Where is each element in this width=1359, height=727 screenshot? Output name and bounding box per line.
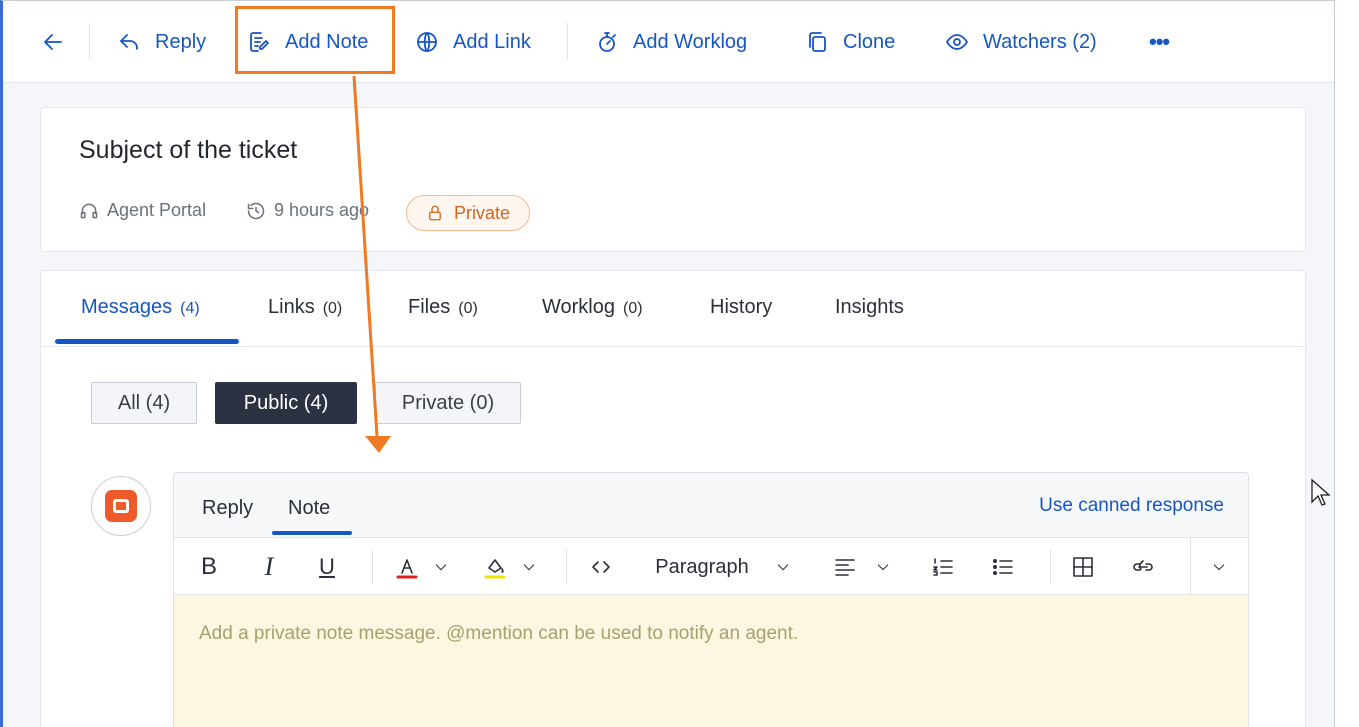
toolbar-divider	[566, 550, 567, 584]
numbered-list-icon[interactable]	[928, 552, 958, 582]
ticket-view: Reply Add Note Add Link Add Worklog Clon…	[0, 0, 1335, 727]
watchers-button-label: Watchers (2)	[983, 30, 1097, 53]
chevron-down-icon[interactable]	[430, 552, 452, 582]
ticket-summary-card: Subject of the ticket Agent Portal 9 hou…	[40, 107, 1306, 252]
add-note-highlight-box	[235, 6, 395, 74]
back-button[interactable]	[41, 25, 65, 59]
editor-tab-note[interactable]: Note	[288, 497, 330, 520]
ticket-time-label: 9 hours ago	[274, 200, 370, 220]
table-icon[interactable]	[1068, 552, 1098, 582]
toolbar-divider	[1190, 538, 1191, 596]
ticket-subject: Subject of the ticket	[79, 136, 298, 164]
tab-label: Insights	[835, 296, 904, 318]
reply-button[interactable]: Reply	[117, 25, 206, 59]
tab-worklog[interactable]: Worklog (0)	[542, 296, 643, 319]
private-badge: Private	[406, 195, 530, 231]
filter-public[interactable]: Public (4)	[215, 382, 357, 424]
filter-all[interactable]: All (4)	[91, 382, 197, 424]
tab-label: Worklog	[542, 296, 615, 318]
align-icon[interactable]	[830, 552, 860, 582]
eye-icon	[946, 34, 968, 50]
lock-icon	[429, 205, 441, 221]
active-editor-tab-indicator	[272, 531, 352, 535]
chevron-down-icon[interactable]	[872, 552, 894, 582]
italic-icon[interactable]: I	[254, 552, 284, 582]
formatting-toolbar: B I U Paragraph	[174, 537, 1248, 596]
tab-label: Messages	[81, 296, 173, 318]
bullet-list-icon[interactable]	[988, 552, 1018, 582]
editor-tab-reply[interactable]: Reply	[202, 497, 253, 520]
tab-label: History	[710, 296, 773, 318]
tab-links[interactable]: Links (0)	[268, 296, 342, 319]
toolbar-divider	[372, 550, 373, 584]
code-icon[interactable]	[586, 552, 616, 582]
filter-private[interactable]: Private (0)	[375, 382, 521, 424]
underline-icon[interactable]: U	[312, 552, 342, 582]
stopwatch-icon	[599, 32, 616, 52]
tab-count: (4)	[180, 300, 200, 317]
chevron-down-icon[interactable]	[1208, 552, 1230, 582]
active-tab-indicator	[55, 339, 239, 344]
conversation-tabs: Messages (4) Links (0) Files (0) Worklog (0)…	[41, 271, 1305, 347]
chevron-down-icon[interactable]	[772, 552, 794, 582]
text-color-icon[interactable]	[392, 552, 422, 582]
toolbar-divider	[567, 23, 568, 59]
clone-button[interactable]: Clone	[805, 25, 895, 59]
headset-icon	[80, 203, 98, 218]
add-link-button-label: Add Link	[453, 30, 531, 53]
mouse-pointer-icon	[1311, 478, 1331, 506]
watchers-button[interactable]: Watchers (2)	[945, 25, 1097, 59]
ticket-source: Agent Portal	[79, 200, 206, 221]
tab-count: (0)	[623, 300, 643, 317]
ticket-source-label: Agent Portal	[107, 200, 207, 220]
ticket-toolbar: Reply Add Note Add Link Add Worklog Clon…	[3, 1, 1334, 83]
toolbar-divider	[1050, 550, 1051, 584]
note-placeholder: Add a private note message. @mention can…	[199, 623, 799, 644]
toolbar-divider	[89, 23, 90, 59]
tab-count: (0)	[322, 300, 343, 317]
fill-color-icon[interactable]	[480, 552, 510, 582]
avatar	[91, 476, 151, 536]
chevron-down-icon[interactable]	[518, 552, 540, 582]
add-link-button[interactable]: Add Link	[415, 25, 531, 59]
bold-icon[interactable]: B	[194, 552, 224, 582]
link-icon[interactable]	[1128, 552, 1158, 582]
clone-button-label: Clone	[843, 30, 896, 53]
tab-count: (0)	[458, 300, 478, 317]
add-worklog-button[interactable]: Add Worklog	[595, 25, 747, 59]
tab-history[interactable]: History	[710, 296, 772, 319]
reply-icon	[120, 34, 138, 50]
reply-button-label: Reply	[155, 30, 207, 53]
private-badge-label: Private	[453, 202, 511, 223]
conversation-card: Messages (4) Links (0) Files (0) Worklog (0)…	[40, 270, 1306, 727]
tab-messages[interactable]: Messages (4)	[81, 296, 200, 319]
clone-icon	[809, 32, 826, 52]
tab-label: Links	[268, 296, 315, 318]
history-icon	[247, 202, 265, 219]
more-icon[interactable]: •••	[1149, 25, 1170, 59]
tab-insights[interactable]: Insights	[835, 296, 904, 319]
tab-label: Files	[408, 296, 451, 318]
add-worklog-button-label: Add Worklog	[633, 30, 748, 53]
note-input[interactable]: Add a private note message. @mention can…	[174, 595, 1248, 727]
tab-files[interactable]: Files (0)	[408, 296, 478, 319]
ticket-time: 9 hours ago	[246, 200, 369, 221]
use-canned-response-link[interactable]: Use canned response	[1039, 495, 1224, 517]
message-editor: Reply Note Use canned response B I U Par…	[173, 472, 1249, 727]
globe-icon	[417, 32, 437, 52]
company-logo-icon	[105, 490, 137, 522]
paragraph-style-select[interactable]: Paragraph	[650, 552, 754, 582]
back-arrow-icon	[44, 34, 62, 50]
